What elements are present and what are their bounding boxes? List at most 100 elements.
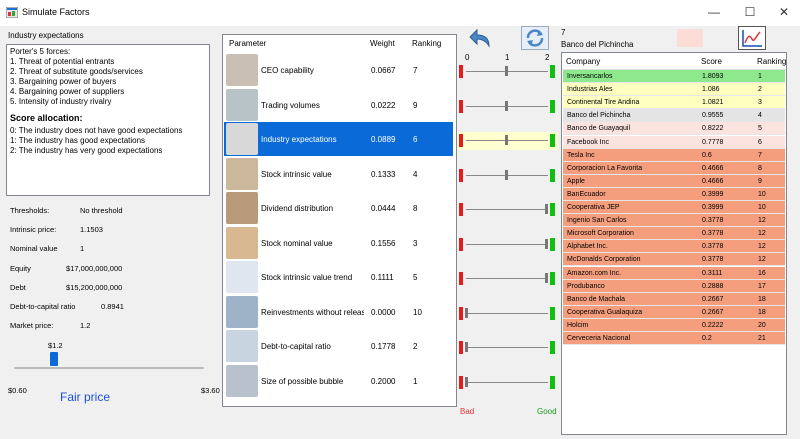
parameter-ranking: 1 — [413, 376, 418, 386]
minimize-button[interactable]: — — [704, 4, 724, 20]
company-row[interactable]: Cooperativa JEP 0.3999 10 — [563, 201, 785, 214]
factor-score-slider[interactable] — [457, 98, 558, 116]
company-row[interactable]: Inversancarlos 1.8093 1 — [563, 70, 785, 83]
slider-track[interactable] — [466, 381, 548, 383]
close-button[interactable]: ✕ — [774, 4, 794, 20]
equity-label: Equity — [10, 264, 31, 273]
company-rank: 3 — [758, 99, 762, 107]
parameter-row[interactable]: Trading volumes 0.0222 9 — [224, 88, 453, 122]
intrinsic-price-label: Intrinsic price: — [10, 225, 57, 234]
company-row[interactable]: Banco del Pichincha 0.9555 4 — [563, 109, 785, 123]
slider-thumb[interactable] — [465, 307, 468, 318]
slider-track[interactable] — [466, 278, 548, 279]
company-row[interactable]: Holcim 0.2222 20 — [563, 318, 785, 332]
company-rank: 21 — [758, 335, 766, 342]
slider-thumb[interactable] — [505, 66, 508, 76]
slider-thumb[interactable] — [505, 135, 508, 145]
company-row[interactable]: Produbanco 0.2888 17 — [563, 279, 785, 293]
factor-score-slider[interactable] — [457, 374, 558, 392]
slider-track[interactable] — [466, 312, 548, 314]
company-score: 0.3778 — [702, 230, 724, 238]
parameter-weight: 0.0222 — [371, 100, 396, 110]
parameter-row[interactable]: Dividend distribution 0.0444 8 — [224, 191, 453, 225]
company-rank: 12 — [758, 217, 766, 225]
parameter-row[interactable]: CEO capability 0.0667 7 — [224, 53, 453, 87]
company-row[interactable]: Ingenio San Carlos 0.3778 12 — [563, 214, 785, 228]
parameter-name: Stock intrinsic value — [261, 169, 332, 179]
factor-score-slider[interactable] — [457, 167, 558, 185]
factor-score-slider[interactable] — [457, 132, 558, 150]
factor-score-slider[interactable] — [457, 201, 558, 219]
factor-score-slider[interactable] — [457, 63, 558, 81]
parameter-row[interactable]: Stock intrinsic value 0.1333 4 — [224, 157, 453, 191]
company-row[interactable]: Cerveceria Nacional 0.2 21 — [563, 332, 785, 345]
allocation-line: 1: The industry has good expectations — [10, 136, 146, 145]
company-name: Continental Tire Andina — [567, 99, 640, 107]
slider-thumb[interactable] — [465, 342, 468, 352]
company-name: Banco de Guayaquil — [567, 125, 631, 133]
parameter-ranking: 9 — [413, 100, 418, 110]
parameter-table[interactable]: Parameter Weight Ranking CEO capability 0… — [222, 34, 457, 407]
company-row[interactable]: Continental Tire Andina 1.0821 3 — [563, 96, 785, 110]
factor-score-slider[interactable] — [457, 305, 558, 323]
company-row[interactable]: Amazon.com Inc. 0.3111 16 — [563, 266, 785, 280]
parameter-weight: 0.1111 — [371, 273, 394, 282]
company-row[interactable]: Tesla Inc 0.6 7 — [563, 148, 785, 162]
slider-thumb[interactable] — [545, 238, 548, 249]
chart-button[interactable] — [738, 26, 766, 50]
factor-description-box[interactable]: Porter's 5 forces: 1. Threat of potential… — [6, 44, 210, 196]
company-row[interactable]: Industrias Ales 1.086 2 — [563, 83, 785, 97]
company-row[interactable]: Banco de Guayaquil 0.8222 5 — [563, 122, 785, 136]
price-slider-thumb[interactable] — [50, 352, 58, 366]
parameter-image — [226, 261, 258, 293]
good-marker — [550, 341, 555, 354]
company-header-ranking: Ranking — [757, 57, 787, 66]
company-row[interactable]: Banco de Machala 0.2667 18 — [563, 292, 785, 306]
good-marker — [550, 65, 555, 78]
refresh-button[interactable] — [521, 26, 549, 50]
parameter-ranking: 5 — [413, 273, 418, 282]
parameter-row[interactable]: Stock nominal value 0.1556 3 — [224, 226, 453, 260]
company-row[interactable]: McDonalds Corporation 0.3778 12 — [563, 253, 785, 267]
param-header-weight: Weight — [370, 39, 395, 48]
parameter-row[interactable]: Size of possible bubble 0.2000 1 — [224, 364, 453, 398]
factor-score-slider[interactable] — [457, 339, 558, 357]
parameter-image — [226, 295, 258, 328]
slider-track[interactable] — [466, 243, 548, 245]
maximize-button[interactable]: ☐ — [740, 4, 760, 20]
slider-thumb[interactable] — [545, 204, 548, 214]
undo-button[interactable] — [467, 26, 495, 50]
scale-tick-2: 2 — [545, 53, 550, 62]
factor-score-slider[interactable] — [457, 236, 558, 254]
company-row[interactable]: BanEcuador 0.3999 10 — [563, 187, 785, 201]
slider-track[interactable] — [466, 347, 548, 348]
parameter-ranking: 8 — [413, 204, 418, 213]
factor-score-slider[interactable] — [457, 270, 558, 288]
company-row[interactable]: Corporacion La Favorita 0.4666 8 — [563, 161, 785, 175]
slider-track[interactable] — [466, 209, 548, 210]
company-row[interactable]: Apple 0.4666 9 — [563, 174, 785, 188]
company-name: Corporacion La Favorita — [567, 164, 643, 172]
company-rank: 6 — [758, 138, 762, 146]
parameter-row[interactable]: Debt-to-capital ratio 0.1778 2 — [224, 329, 453, 363]
price-slider-track[interactable] — [14, 367, 204, 369]
slider-thumb[interactable] — [545, 273, 548, 283]
parameter-row[interactable]: Industry expectations 0.0889 6 — [224, 122, 453, 156]
parameter-row[interactable]: Stock intrinsic value trend 0.1111 5 — [224, 260, 453, 294]
slider-thumb[interactable] — [505, 100, 508, 111]
parameter-name: Debt-to-capital ratio — [261, 342, 331, 351]
parameter-row[interactable]: Reinvestments without releas... 0.0000 10 — [224, 295, 453, 329]
company-row[interactable]: Microsoft Corporation 0.3778 12 — [563, 227, 785, 241]
company-score: 0.3111 — [702, 269, 723, 277]
debt-label: Debt — [10, 283, 26, 292]
company-score: 0.3778 — [702, 217, 724, 225]
parameter-image — [226, 226, 258, 259]
company-row[interactable]: Alphabet Inc. 0.3778 12 — [563, 240, 785, 254]
company-ranking-table[interactable]: Company Score Ranking Inversancarlos 1.80… — [561, 52, 787, 435]
company-score: 0.8222 — [702, 125, 724, 133]
slider-thumb[interactable] — [505, 169, 508, 180]
company-row[interactable]: Cooperativa Gualaquiza 0.2667 18 — [563, 305, 785, 319]
company-row[interactable]: Facebook Inc 0.7778 6 — [563, 135, 785, 149]
slider-thumb[interactable] — [465, 376, 468, 387]
parameter-image — [226, 364, 258, 397]
